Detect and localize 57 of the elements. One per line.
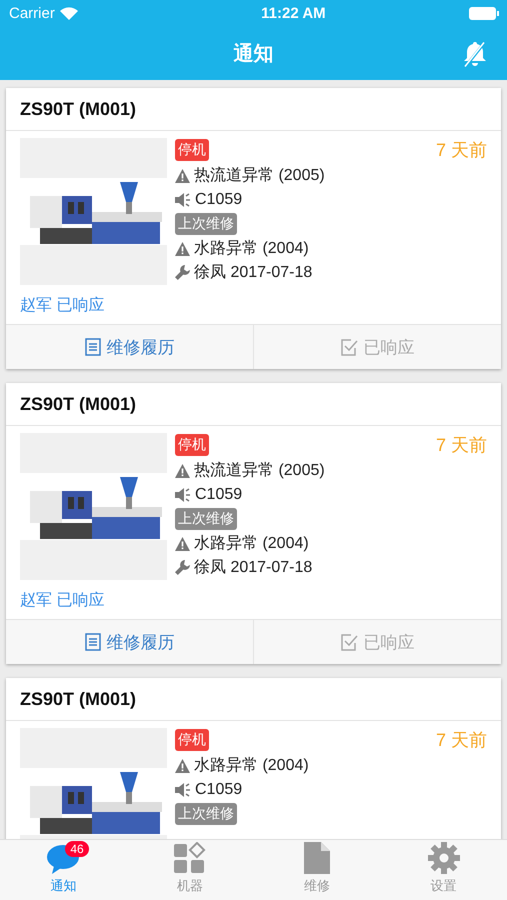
alarm-text: 热流道异常 (2005): [194, 460, 325, 481]
tab-label: 维修: [304, 877, 330, 895]
alarm-text: 水路异常 (2004): [194, 534, 309, 554]
list-icon: [84, 338, 100, 356]
tab-item[interactable]: 维修: [254, 840, 380, 900]
tab-item[interactable]: 设置: [380, 840, 507, 900]
code-text: C1059: [195, 486, 242, 504]
status-tag: 停机: [175, 434, 209, 456]
list-icon: [84, 633, 100, 651]
document-icon: [304, 842, 330, 874]
time-ago: 7 天前: [436, 434, 487, 457]
wrench-icon: [175, 560, 190, 575]
responder-text: 赵军 已响应: [20, 296, 104, 316]
carrier-label: Carrier: [9, 4, 55, 22]
time-ago: 7 天前: [436, 139, 487, 162]
settings-icon: [428, 842, 460, 874]
repair-text: 徐凤 2017-07-18: [194, 558, 312, 578]
alarm-text: 水路异常 (2004): [194, 238, 309, 259]
warning-icon: [175, 464, 190, 478]
speaker-icon: [175, 192, 191, 206]
warning-icon: [175, 242, 190, 256]
machine-title: ZS90T (M001): [6, 88, 501, 131]
status-tag: 停机: [175, 139, 209, 161]
code-text: C1059: [195, 780, 242, 798]
tab-label: 设置: [430, 877, 457, 895]
tab-item[interactable]: 机器: [126, 840, 254, 900]
tab-item[interactable]: 通知 46: [0, 840, 127, 900]
last-repair-tag: 上次维修: [175, 803, 237, 825]
warning-icon: [175, 758, 190, 772]
page-title: 通知: [234, 42, 274, 66]
machine-title: ZS90T (M001): [6, 678, 501, 721]
code-text: C1059: [195, 190, 242, 208]
time-ago: 7 天前: [436, 729, 487, 752]
wrench-icon: [175, 265, 190, 280]
speaker-icon: [175, 488, 191, 502]
tab-label: 机器: [177, 877, 204, 895]
alarm-text: 热流道异常 (2005): [194, 166, 325, 186]
clock: 11:22 AM: [261, 4, 326, 22]
speaker-icon: [175, 782, 191, 796]
battery-icon: [468, 6, 499, 20]
wifi-icon: [60, 6, 78, 20]
status-tag: 停机: [175, 729, 209, 751]
warning-icon: [175, 536, 190, 550]
repair-text: 徐凤 2017-07-18: [194, 263, 312, 283]
checkbox-icon: [340, 634, 358, 650]
checkbox-icon: [340, 338, 358, 356]
tab-label: 通知: [50, 877, 76, 895]
grid-icon: [174, 842, 206, 874]
responder-text: 赵军 已响应: [20, 590, 104, 611]
count-badge: 46: [65, 841, 89, 857]
notification-card[interactable]: ZS90T (M001) 停机 7 天前 水路异常 (2004) C1059 上次维修: [6, 678, 501, 839]
alarm-text: 水路异常 (2004): [194, 756, 309, 776]
machine-title: ZS90T (M001): [6, 383, 501, 426]
warning-icon: [175, 168, 190, 182]
muted-bell-icon[interactable]: [463, 41, 487, 67]
last-repair-tag: 上次维修: [175, 213, 237, 235]
last-repair-tag: 上次维修: [175, 508, 237, 530]
